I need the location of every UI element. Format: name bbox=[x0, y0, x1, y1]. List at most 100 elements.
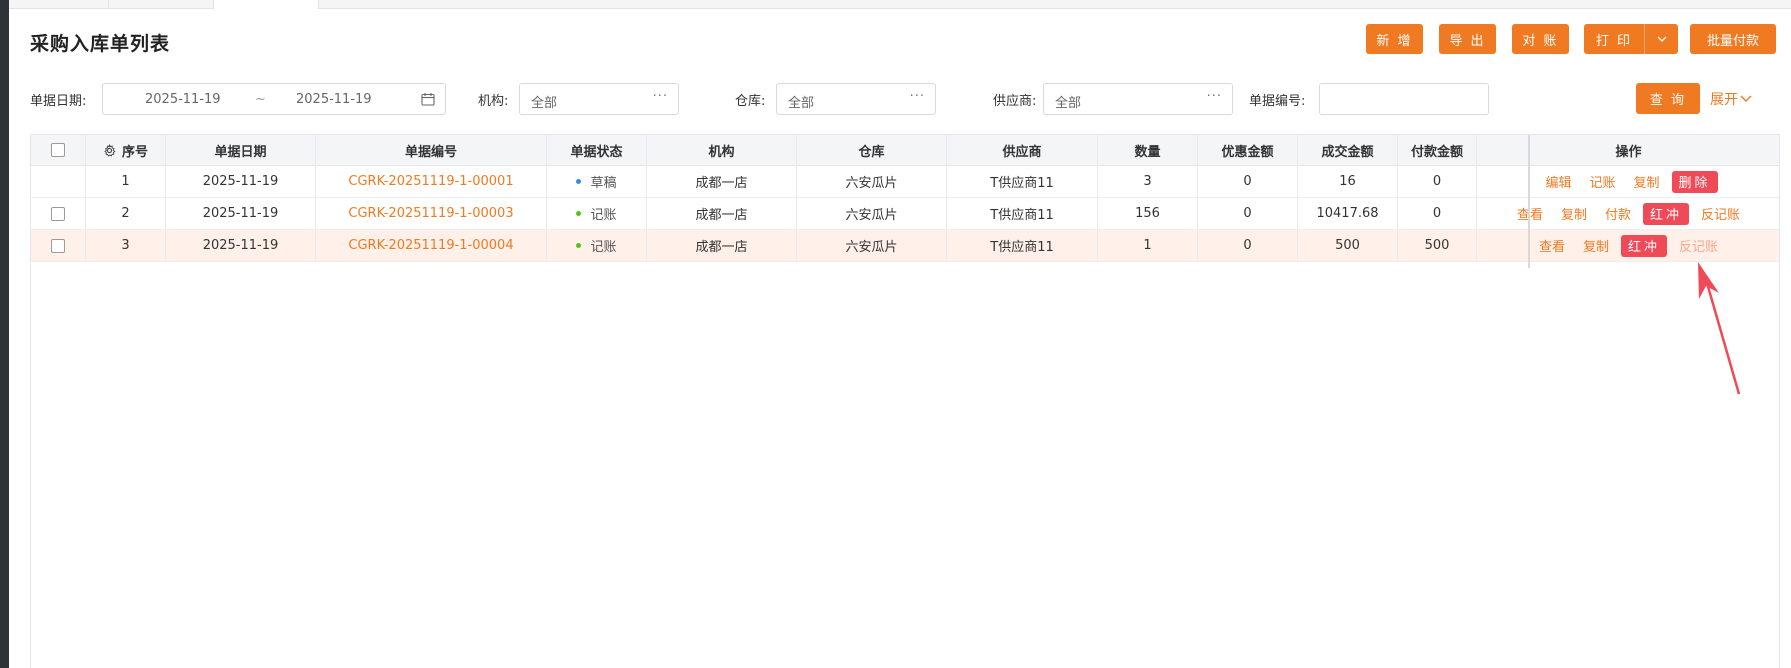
status-dot bbox=[576, 243, 582, 248]
gear-icon[interactable] bbox=[103, 143, 116, 157]
cell-warehouse: 六安瓜片 bbox=[797, 166, 947, 197]
docno-link[interactable]: CGRK-20251119-1-00004 bbox=[348, 238, 513, 253]
export-button[interactable]: 导 出 bbox=[1439, 24, 1496, 54]
tab-2[interactable] bbox=[109, 0, 214, 9]
reconcile-button[interactable]: 对 账 bbox=[1512, 24, 1569, 54]
header-org[interactable]: 机构 bbox=[647, 135, 797, 165]
unpost-link[interactable]: 反记账 bbox=[1679, 236, 1718, 255]
more-icon[interactable]: ··· bbox=[1207, 89, 1222, 104]
row-checkbox[interactable] bbox=[51, 238, 65, 253]
org-label: 机构: bbox=[478, 94, 509, 109]
docno-input[interactable] bbox=[1319, 83, 1489, 115]
header-deal[interactable]: 成交金额 bbox=[1298, 135, 1398, 165]
row-checkbox[interactable] bbox=[51, 206, 65, 221]
pay-link[interactable]: 付款 bbox=[1605, 204, 1631, 223]
header-qty[interactable]: 数量 bbox=[1098, 135, 1198, 165]
delete-button[interactable]: 删除 bbox=[1671, 170, 1718, 193]
row-select-cell bbox=[31, 198, 86, 229]
row-select-cell bbox=[31, 166, 86, 197]
post-link[interactable]: 记账 bbox=[1589, 172, 1615, 191]
docno-link[interactable]: CGRK-20251119-1-00001 bbox=[348, 174, 513, 189]
cell-status: 草稿 bbox=[547, 166, 647, 197]
print-dropdown-button[interactable] bbox=[1644, 24, 1678, 54]
header-paid[interactable]: 付款金额 bbox=[1398, 135, 1477, 165]
view-link[interactable]: 查看 bbox=[1539, 236, 1565, 255]
header-seq: 序号 bbox=[86, 135, 166, 165]
supplier-label: 供应商: bbox=[993, 94, 1037, 109]
reverse-button[interactable]: 红冲 bbox=[1621, 234, 1668, 257]
header-status[interactable]: 单据状态 bbox=[547, 135, 647, 165]
status-label: 草稿 bbox=[590, 176, 617, 191]
cell-docno: CGRK-20251119-1-00004 bbox=[316, 230, 547, 261]
cell-status: 记账 bbox=[547, 198, 647, 229]
cell-status: 记账 bbox=[547, 230, 647, 261]
cell-date: 2025-11-19 bbox=[166, 166, 316, 197]
unpost-link[interactable]: 反记账 bbox=[1701, 204, 1740, 223]
page-title: 采购入库单列表 bbox=[30, 33, 171, 55]
select-all-checkbox[interactable] bbox=[51, 143, 65, 157]
status-dot bbox=[576, 211, 582, 216]
add-button[interactable]: 新 增 bbox=[1366, 24, 1423, 54]
left-edge-bar bbox=[0, 0, 9, 668]
table-row-highlighted[interactable]: 3 2025-11-19 CGRK-20251119-1-00004 记账 成都… bbox=[31, 230, 1779, 262]
more-icon[interactable]: ··· bbox=[910, 89, 925, 104]
status-label: 记账 bbox=[590, 240, 617, 255]
cell-discount: 0 bbox=[1198, 166, 1298, 197]
header-supplier[interactable]: 供应商 bbox=[947, 135, 1098, 165]
cell-supplier: T供应商11 bbox=[947, 198, 1098, 229]
copy-link[interactable]: 复制 bbox=[1583, 236, 1609, 255]
cell-org: 成都一店 bbox=[647, 198, 797, 229]
query-button[interactable]: 查 询 bbox=[1636, 83, 1700, 114]
tab-1[interactable] bbox=[9, 0, 109, 9]
status-label: 记账 bbox=[590, 208, 617, 223]
status-dot bbox=[576, 179, 582, 184]
edit-link[interactable]: 编辑 bbox=[1545, 172, 1571, 191]
tab-strip bbox=[9, 0, 1791, 9]
date-separator: ~ bbox=[255, 92, 266, 107]
calendar-icon[interactable] bbox=[421, 92, 435, 106]
cell-actions: 查看 复制 红冲 反记账 bbox=[1478, 230, 1779, 261]
cell-warehouse: 六安瓜片 bbox=[797, 230, 947, 261]
docno-link[interactable]: CGRK-20251119-1-00003 bbox=[348, 206, 513, 221]
date-range-input[interactable]: 2025-11-19 ~ 2025-11-19 bbox=[102, 83, 446, 115]
copy-link[interactable]: 复制 bbox=[1561, 204, 1587, 223]
expand-toggle[interactable]: 展开 bbox=[1710, 89, 1752, 109]
header-warehouse[interactable]: 仓库 bbox=[797, 135, 947, 165]
cell-seq: 2 bbox=[86, 198, 166, 229]
more-icon[interactable]: ··· bbox=[653, 89, 668, 104]
docno-label: 单据编号: bbox=[1249, 94, 1306, 109]
select-all-cell bbox=[31, 135, 86, 165]
row-select-cell bbox=[31, 230, 86, 261]
cell-qty: 156 bbox=[1098, 198, 1198, 229]
cell-paid: 0 bbox=[1398, 198, 1477, 229]
cell-paid: 0 bbox=[1398, 166, 1477, 197]
org-select[interactable]: 全部 ··· bbox=[519, 83, 679, 115]
cell-deal: 16 bbox=[1298, 166, 1398, 197]
cell-supplier: T供应商11 bbox=[947, 166, 1098, 197]
cell-discount: 0 bbox=[1198, 230, 1298, 261]
batch-pay-button[interactable]: 批量付款 bbox=[1690, 24, 1776, 54]
print-button[interactable]: 打 印 bbox=[1584, 24, 1644, 54]
warehouse-label: 仓库: bbox=[735, 94, 766, 109]
header-discount[interactable]: 优惠金额 bbox=[1198, 135, 1298, 165]
chevron-down-icon bbox=[1740, 95, 1752, 102]
supplier-select[interactable]: 全部 ··· bbox=[1043, 83, 1233, 115]
cell-supplier: T供应商11 bbox=[947, 230, 1098, 261]
cell-warehouse: 六安瓜片 bbox=[797, 198, 947, 229]
date-end[interactable]: 2025-11-19 bbox=[296, 92, 372, 107]
table-row[interactable]: 2 2025-11-19 CGRK-20251119-1-00003 记账 成都… bbox=[31, 198, 1779, 230]
table-row[interactable]: 1 2025-11-19 CGRK-20251119-1-00001 草稿 成都… bbox=[31, 166, 1779, 198]
cell-date: 2025-11-19 bbox=[166, 230, 316, 261]
org-value: 全部 bbox=[531, 96, 558, 111]
date-start[interactable]: 2025-11-19 bbox=[145, 92, 221, 107]
header-docno[interactable]: 单据编号 bbox=[316, 135, 547, 165]
warehouse-select[interactable]: 全部 ··· bbox=[776, 83, 936, 115]
header-date[interactable]: 单据日期 bbox=[166, 135, 316, 165]
cell-qty: 1 bbox=[1098, 230, 1198, 261]
tab-active[interactable] bbox=[214, 0, 319, 9]
copy-link[interactable]: 复制 bbox=[1634, 172, 1660, 191]
reverse-button[interactable]: 红冲 bbox=[1643, 202, 1690, 225]
chevron-down-icon bbox=[1657, 36, 1666, 42]
header-seq-label: 序号 bbox=[121, 144, 148, 160]
header-ops: 操作 bbox=[1615, 144, 1642, 160]
